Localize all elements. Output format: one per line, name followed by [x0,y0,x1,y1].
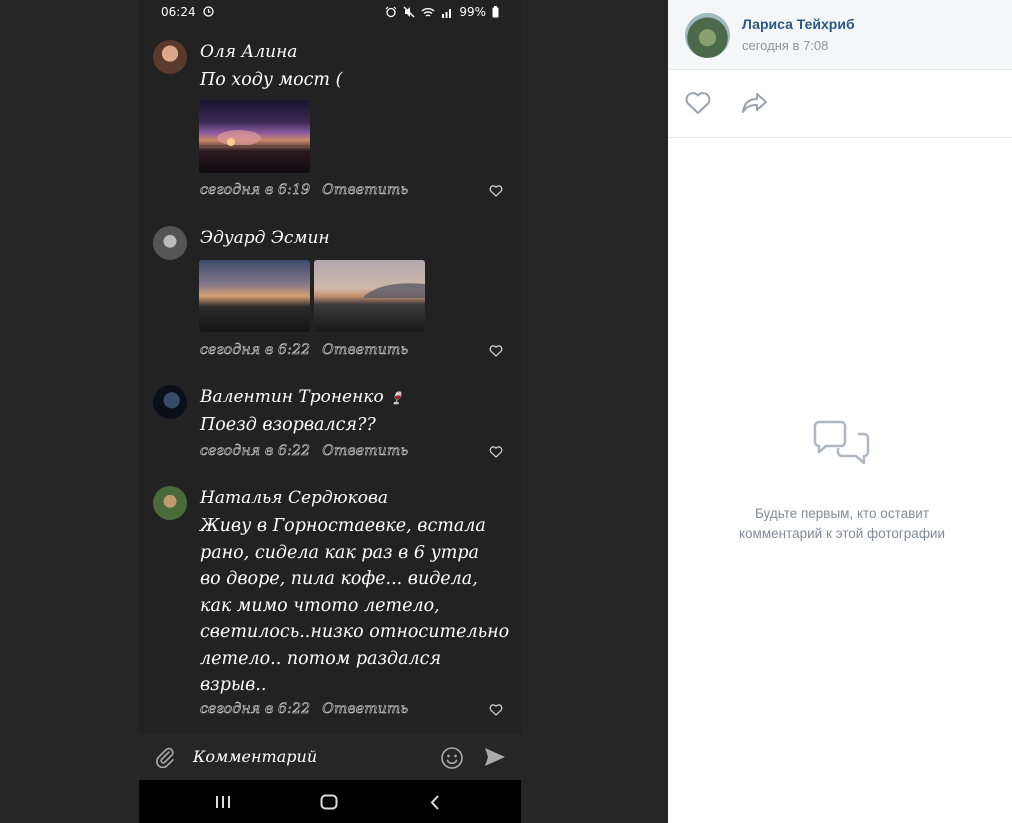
reply-link[interactable]: Ответить [322,443,408,460]
comment-text: Поезд взорвался?? [200,415,376,435]
battery-percent: 99% [459,5,486,19]
comment-text-line: рано, сидела как раз в 6 утра [200,542,479,563]
empty-comments-text: Будьте первым, кто оставит комментарий к… [708,504,976,544]
comment-text-line: Живу в Горностаевке, встала [200,516,486,536]
reply-link[interactable]: Ответить [322,182,408,199]
avatar[interactable] [685,13,730,58]
heart-icon[interactable] [489,446,503,458]
comment-text-line: во дворе, пила кофе... видела, [200,569,478,589]
mute-icon [403,6,415,18]
post-sidebar: Лариса Тейхриб сегодня в 7:08 Будьте пер… [668,0,1012,823]
empty-text-line: комментарий к этой фотографии [738,526,946,541]
comment-text: По ходу мост ( [200,70,343,90]
comment-author[interactable]: Наталья Сердюкова [200,488,388,508]
battery-icon [492,6,499,18]
status-time: 06:24 [161,5,196,19]
emoji-icon[interactable] [440,746,464,770]
post-header: Лариса Тейхриб сегодня в 7:08 [668,0,1012,70]
alarm-clock-icon [385,6,397,18]
comment-time: сегодня в 6:19 [200,182,311,199]
heart-icon[interactable] [489,704,503,716]
wine-emoji: 🍷 [389,391,405,405]
phone-screenshot: 06:24 99% Оля Алина По ходу мост ( сегод… [139,0,521,823]
comment-text-line: летело.. потом раздался [200,648,442,669]
reply-link[interactable]: Ответить [322,701,408,718]
comment-meta: сегодня в 6:22 Ответить [200,443,409,460]
share-icon[interactable] [741,91,769,115]
comment-time: сегодня в 6:22 [200,701,311,718]
post-actions [668,70,1012,138]
comment-text: Живу в Горностаевке, встала рано, сидела… [200,513,510,699]
comment-meta: сегодня в 6:19 Ответить [200,182,409,199]
reply-link[interactable]: Ответить [322,342,408,359]
comment-photo[interactable] [199,100,310,173]
avatar[interactable] [153,40,187,74]
comments-icon [813,420,870,465]
recents-icon[interactable] [215,795,231,809]
post-time[interactable]: сегодня в 7:08 [742,38,828,53]
comment-photo[interactable] [314,260,425,332]
home-icon[interactable] [320,794,338,810]
comment-author[interactable]: Валентин Троненко 🍷 [200,387,404,407]
comment-time: сегодня в 6:22 [200,342,311,359]
comment-time: сегодня в 6:22 [200,443,311,460]
avatar[interactable] [153,486,187,520]
avatar[interactable] [153,385,187,419]
comment-author[interactable]: Оля Алина [200,42,297,62]
comment-text-line: как мимо чтото летело, [200,595,440,616]
post-author[interactable]: Лариса Тейхриб [742,16,855,32]
avatar[interactable] [153,226,187,260]
alarm-icon [203,6,214,20]
android-nav-bar [139,780,521,823]
like-icon[interactable] [684,90,712,116]
comment-input-bar: Комментарий [139,734,521,780]
comment-meta: сегодня в 6:22 Ответить [200,342,409,359]
heart-icon[interactable] [489,185,503,197]
empty-text-line: Будьте первым, кто оставит [754,506,930,521]
comment-text-line: взрыв.. [200,675,267,695]
send-icon[interactable] [484,747,506,767]
comment-meta: сегодня в 6:22 Ответить [200,701,409,718]
comment-input[interactable]: Комментарий [193,747,317,766]
comment-text-line: светилось..низко относительно [200,622,510,642]
status-bar: 06:24 99% [139,0,521,26]
author-name: Валентин Троненко [200,387,384,407]
status-icons: 99% [385,5,499,19]
wifi-icon [421,7,435,17]
signal-icon [442,8,452,18]
heart-icon[interactable] [489,345,503,357]
comment-author[interactable]: Эдуард Эсмин [200,228,330,248]
back-icon[interactable] [430,795,440,810]
paperclip-icon[interactable] [154,746,176,768]
comment-photo[interactable] [199,260,310,332]
